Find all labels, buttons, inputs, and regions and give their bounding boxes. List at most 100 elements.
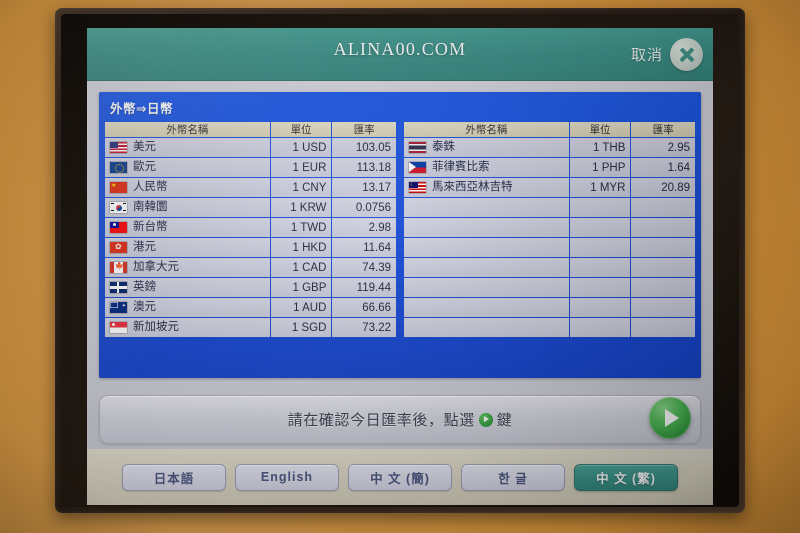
cell-currency-name: 歐元 bbox=[105, 158, 270, 177]
currency-name-label: 菲律賓比索 bbox=[432, 160, 490, 173]
play-icon bbox=[478, 412, 493, 427]
language-button-1[interactable]: English bbox=[235, 463, 339, 491]
column-header-rate: 匯率 bbox=[332, 122, 396, 137]
flag-taiwan-icon bbox=[110, 222, 127, 233]
table-row: 菲律賓比索 1 PHP 1.64 bbox=[404, 158, 695, 177]
cell-rate: 13.17 bbox=[332, 178, 396, 197]
cell-currency-name bbox=[404, 258, 569, 277]
cell-currency-name: 新台幣 bbox=[105, 218, 270, 237]
title-bar: ALINA00.COM 取消 bbox=[87, 28, 713, 81]
table-row: 新加坡元 1 SGD 73.22 bbox=[105, 318, 396, 337]
currency-name-label: 人民幣 bbox=[133, 180, 168, 193]
cell-currency-name: 菲律賓比索 bbox=[404, 158, 569, 177]
cell-currency-name bbox=[404, 278, 569, 297]
table-row: 新台幣 1 TWD 2.98 bbox=[105, 218, 396, 237]
cell-currency-name: 馬來西亞林吉特 bbox=[404, 178, 569, 197]
instruction-text: 請在確認今日匯率後，點選 鍵 bbox=[288, 409, 513, 430]
table-row: 南韓圜 1 KRW 0.0756 bbox=[105, 198, 396, 217]
instruction-area: 請在確認今日匯率後，點選 鍵 bbox=[87, 389, 713, 449]
table-row bbox=[404, 238, 695, 257]
flag-south-korea-icon bbox=[110, 202, 127, 213]
cell-currency-name bbox=[404, 298, 569, 317]
cell-unit: 1 EUR bbox=[270, 158, 332, 177]
cell-rate: 103.05 bbox=[332, 138, 396, 157]
panel-title: 外幣⇒日幣 bbox=[110, 102, 173, 116]
cell-rate: 73.22 bbox=[332, 318, 396, 337]
flag-singapore-icon bbox=[110, 322, 127, 333]
cell-currency-name: 港元 bbox=[105, 238, 270, 257]
currency-name-label: 馬來西亞林吉特 bbox=[432, 180, 513, 193]
cell-rate bbox=[631, 218, 695, 237]
cell-unit: 1 USD bbox=[270, 138, 332, 157]
table-row: 英鎊 1 GBP 119.44 bbox=[105, 278, 396, 297]
cell-currency-name: 新加坡元 bbox=[105, 318, 270, 337]
flag-united-states-icon bbox=[110, 142, 127, 153]
cell-unit: 1 SGD bbox=[270, 318, 332, 337]
cell-unit bbox=[569, 258, 631, 277]
flag-australia-icon bbox=[110, 302, 127, 313]
cell-currency-name bbox=[404, 198, 569, 217]
column-header-unit: 單位 bbox=[569, 122, 631, 137]
cell-unit: 1 CAD bbox=[270, 258, 332, 277]
language-bar: 日本語 English 中 文 (簡) 한 글 中 文 (繁) bbox=[87, 449, 713, 505]
cancel-button[interactable]: 取消 bbox=[631, 38, 703, 71]
cell-rate: 0.0756 bbox=[332, 198, 396, 217]
cell-unit bbox=[569, 238, 631, 257]
cell-unit: 1 TWD bbox=[270, 218, 332, 237]
cell-rate: 74.39 bbox=[332, 258, 396, 277]
currency-name-label: 新加坡元 bbox=[133, 320, 179, 333]
cell-currency-name: 人民幣 bbox=[105, 178, 270, 197]
currency-name-label: 泰銖 bbox=[432, 140, 455, 153]
language-button-0[interactable]: 日本語 bbox=[122, 463, 226, 491]
cell-unit: 1 HKD bbox=[270, 238, 332, 257]
photo-scene: ALINA00.COM 取消 外幣⇒日幣 外幣名稱 單位 匯率 美元 1 USD… bbox=[0, 0, 800, 533]
table-row: 港元 1 HKD11.64 bbox=[105, 238, 396, 257]
cell-rate: 119.44 bbox=[332, 278, 396, 297]
cell-currency-name: 澳元 bbox=[105, 298, 270, 317]
cell-unit bbox=[569, 278, 631, 297]
cell-unit: 1 THB bbox=[569, 138, 631, 157]
atm-screen: ALINA00.COM 取消 外幣⇒日幣 外幣名稱 單位 匯率 美元 1 USD… bbox=[87, 28, 713, 505]
cell-rate bbox=[631, 278, 695, 297]
cell-rate: 2.98 bbox=[332, 218, 396, 237]
rate-panel-area: 外幣⇒日幣 外幣名稱 單位 匯率 美元 1 USD 103.05 歐元 1 EUR 113… bbox=[87, 81, 713, 389]
instruction-bar: 請在確認今日匯率後，點選 鍵 bbox=[99, 395, 701, 444]
cell-rate bbox=[631, 298, 695, 317]
currency-name-label: 南韓圜 bbox=[133, 200, 168, 213]
cell-unit bbox=[569, 218, 631, 237]
column-header-currency-name: 外幣名稱 bbox=[105, 122, 270, 137]
flag-china-icon bbox=[110, 182, 127, 193]
flag-malaysia-icon bbox=[409, 182, 426, 193]
language-button-4[interactable]: 中 文 (繁) bbox=[574, 463, 678, 491]
play-next-button[interactable] bbox=[649, 397, 691, 439]
flag-canada-icon bbox=[110, 262, 127, 273]
currency-name-label: 加拿大元 bbox=[133, 260, 179, 273]
cell-unit: 1 CNY bbox=[270, 178, 332, 197]
cell-rate bbox=[631, 318, 695, 337]
flag-united-kingdom-icon bbox=[110, 282, 127, 293]
currency-name-label: 港元 bbox=[133, 240, 156, 253]
cell-currency-name bbox=[404, 238, 569, 257]
table-row: 澳元 1 AUD66.66 bbox=[105, 298, 396, 317]
flag-european-union-icon bbox=[110, 162, 127, 173]
cell-rate: 113.18 bbox=[332, 158, 396, 177]
cell-currency-name: 泰銖 bbox=[404, 138, 569, 157]
flag-thailand-icon bbox=[409, 142, 426, 153]
language-button-2[interactable]: 中 文 (簡) bbox=[348, 463, 452, 491]
table-row bbox=[404, 298, 695, 317]
language-button-3[interactable]: 한 글 bbox=[461, 463, 565, 491]
rate-tables: 外幣名稱 單位 匯率 美元 1 USD103.05 歐元1 EUR113.18 人民幣… bbox=[104, 121, 696, 338]
rate-table-left-body: 美元1 USD103.05歐元1 EUR113.18人民幣1 CNY13.17南… bbox=[105, 138, 396, 337]
table-row bbox=[404, 318, 695, 337]
cell-rate bbox=[631, 198, 695, 217]
cell-rate bbox=[631, 258, 695, 277]
close-x-icon[interactable] bbox=[670, 38, 703, 71]
cell-currency-name: 英鎊 bbox=[105, 278, 270, 297]
table-row: 美元 1 USD 103.05 bbox=[105, 138, 396, 157]
cell-unit bbox=[569, 298, 631, 317]
flag-hong-kong-icon bbox=[110, 242, 127, 253]
cell-unit bbox=[569, 318, 631, 337]
currency-name-label: 美元 bbox=[133, 140, 156, 153]
table-row: 馬來西亞林吉特 1 MYR20.89 bbox=[404, 178, 695, 197]
table-row bbox=[404, 198, 695, 217]
